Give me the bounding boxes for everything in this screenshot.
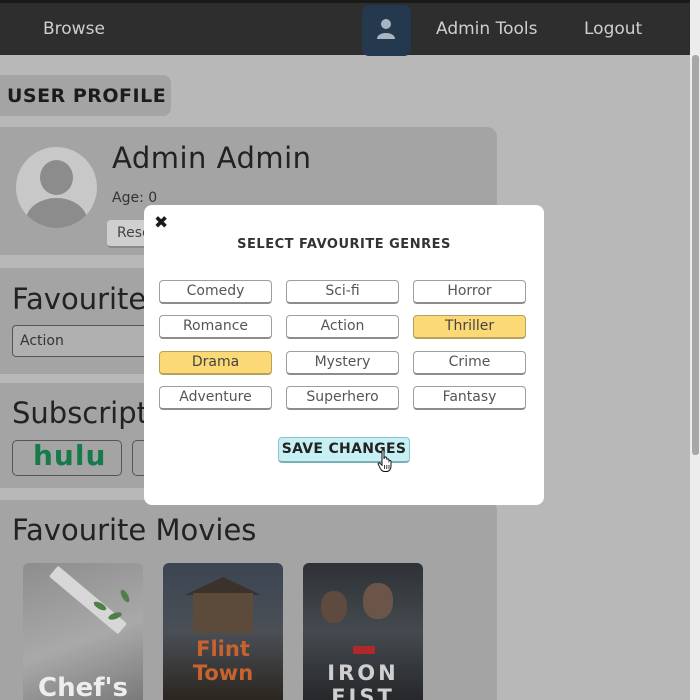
genre-selection-modal: ✖ SELECT FAVOURITE GENRES Comedy Sci-fi … — [144, 205, 544, 505]
genre-chip-drama[interactable]: Drama — [159, 351, 272, 375]
genre-chip-sci-fi[interactable]: Sci-fi — [286, 280, 399, 304]
genre-chip-romance[interactable]: Romance — [159, 315, 272, 339]
genre-chip-superhero[interactable]: Superhero — [286, 386, 399, 410]
avatar — [16, 147, 97, 228]
modal-title: SELECT FAVOURITE GENRES — [237, 237, 451, 252]
genre-select[interactable]: Action — [12, 325, 152, 357]
character-graphic — [363, 583, 393, 619]
hulu-logo: hulu — [33, 439, 107, 472]
marvel-badge — [353, 646, 375, 654]
house-graphic — [193, 593, 253, 633]
genre-chip-fantasy[interactable]: Fantasy — [413, 386, 526, 410]
page-scrollbar[interactable] — [690, 0, 700, 700]
poster-title: IRON FIST — [327, 661, 399, 700]
movie-poster-chefs[interactable]: Chef's — [23, 563, 143, 700]
avatar-body — [26, 198, 87, 228]
hulu-subscription-button[interactable]: hulu — [12, 439, 122, 476]
user-name: Admin Admin — [112, 141, 312, 175]
genre-chip-crime[interactable]: Crime — [413, 351, 526, 375]
character-graphic — [321, 591, 347, 623]
poster-title: Chef's — [38, 673, 128, 700]
genre-chip-thriller[interactable]: Thriller — [413, 315, 526, 339]
genre-chip-horror[interactable]: Horror — [413, 280, 526, 304]
poster-title: Flint Town — [192, 637, 254, 685]
movie-poster-flint-town[interactable]: Flint Town — [163, 563, 283, 700]
nav-browse-link[interactable]: Browse — [43, 18, 105, 40]
profile-button[interactable] — [362, 5, 411, 56]
favourite-movies-heading: Favourite Movies — [12, 513, 257, 547]
page-title: USER PROFILE — [0, 75, 171, 116]
nav-logout-link[interactable]: Logout — [584, 18, 642, 40]
user-age: Age: 0 — [112, 190, 158, 206]
scrollbar-thumb[interactable] — [692, 55, 699, 455]
knife-graphic — [49, 565, 127, 635]
genre-chip-comedy[interactable]: Comedy — [159, 280, 272, 304]
hand-cursor-icon — [377, 449, 392, 472]
user-icon — [377, 19, 395, 39]
close-icon[interactable]: ✖ — [154, 214, 168, 232]
genre-chip-mystery[interactable]: Mystery — [286, 351, 399, 375]
movie-poster-iron-fist[interactable]: IRON FIST — [303, 563, 423, 700]
genre-chip-adventure[interactable]: Adventure — [159, 386, 272, 410]
top-navbar: Browse Admin Tools Logout — [0, 0, 690, 56]
genre-chip-action[interactable]: Action — [286, 315, 399, 339]
avatar-head — [40, 160, 73, 195]
herb-leaf — [118, 588, 132, 604]
nav-admin-tools-link[interactable]: Admin Tools — [436, 18, 537, 40]
